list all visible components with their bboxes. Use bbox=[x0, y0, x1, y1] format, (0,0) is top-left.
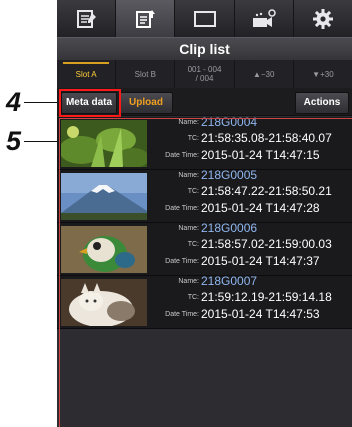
date-time-label: Date Time: bbox=[165, 152, 199, 159]
name-label: Name: bbox=[178, 172, 199, 179]
clip-thumbnail bbox=[61, 226, 147, 273]
callout-5: 5 bbox=[6, 126, 22, 156]
clip-name: 218G0006 bbox=[201, 221, 258, 235]
clip-date-time: 2015-01-24 T14:47:37 bbox=[201, 254, 320, 268]
slot-selector: Slot A Slot B 001 - 004 / 004 ▲−30 ▼+30 bbox=[57, 60, 352, 88]
figure: 4 5 Clip list Slot A Slot B 001 - 004 / … bbox=[0, 0, 352, 427]
clip-thumbnail bbox=[61, 120, 147, 167]
tc-label: TC: bbox=[187, 135, 199, 142]
clip-row[interactable]: Name: 218G0004 TC: 21:58:35.08-21:58:40.… bbox=[57, 115, 352, 170]
tool-settings[interactable] bbox=[294, 0, 352, 37]
clip-meta: Name: 218G0007 TC: 21:59:12.19-21:59:14.… bbox=[149, 274, 349, 329]
clip-row[interactable]: Name: 218G0007 TC: 21:59:12.19-21:59:14.… bbox=[57, 274, 352, 329]
callout-4: 4 bbox=[6, 87, 22, 117]
clip-tc: 21:59:12.19-21:59:14.18 bbox=[201, 290, 332, 304]
name-label: Name: bbox=[178, 278, 199, 285]
actions-button[interactable]: Actions bbox=[295, 92, 349, 114]
gear-icon bbox=[312, 8, 334, 30]
callout-4-line bbox=[24, 102, 59, 103]
clip-meta: Name: 218G0006 TC: 21:58:57.02-21:59:00.… bbox=[149, 221, 349, 276]
tool-display[interactable] bbox=[175, 0, 235, 37]
clip-name: 218G0005 bbox=[201, 168, 258, 182]
tool-camera-settings[interactable] bbox=[235, 0, 294, 37]
date-time-label: Date Time: bbox=[165, 311, 199, 318]
clip-thumbnail bbox=[61, 279, 147, 326]
clip-tc: 21:58:47.22-21:58:50.21 bbox=[201, 184, 332, 198]
device-screen: Clip list Slot A Slot B 001 - 004 / 004 … bbox=[57, 0, 352, 427]
date-time-label: Date Time: bbox=[165, 205, 199, 212]
empty-list-area bbox=[57, 331, 352, 427]
clip-meta: Name: 218G0004 TC: 21:58:35.08-21:58:40.… bbox=[149, 115, 349, 170]
display-icon bbox=[193, 10, 217, 28]
page-next-button[interactable]: ▼+30 bbox=[294, 60, 352, 88]
tc-label: TC: bbox=[187, 188, 199, 195]
clip-range-indicator: 001 - 004 / 004 bbox=[175, 60, 235, 88]
slot-b-button[interactable]: Slot B bbox=[116, 60, 176, 88]
clip-meta: Name: 218G0005 TC: 21:58:47.22-21:58:50.… bbox=[149, 168, 349, 223]
clip-row[interactable]: Name: 218G0005 TC: 21:58:47.22-21:58:50.… bbox=[57, 168, 352, 223]
clip-date-time: 2015-01-24 T14:47:28 bbox=[201, 201, 320, 215]
clip-thumbnail bbox=[61, 173, 147, 220]
upload-button[interactable]: Upload bbox=[119, 92, 173, 114]
clip-tc: 21:58:57.02-21:59:00.03 bbox=[201, 237, 332, 251]
clip-row[interactable]: Name: 218G0006 TC: 21:58:57.02-21:59:00.… bbox=[57, 221, 352, 276]
page-title: Clip list bbox=[57, 37, 352, 60]
tc-label: TC: bbox=[187, 241, 199, 248]
clip-name: 218G0004 bbox=[201, 115, 258, 129]
camera-settings-icon bbox=[251, 8, 277, 29]
clip-tc: 21:58:35.08-21:58:40.07 bbox=[201, 131, 332, 145]
date-time-label: Date Time: bbox=[165, 258, 199, 265]
clip-list-icon bbox=[75, 9, 97, 29]
name-label: Name: bbox=[178, 225, 199, 232]
tc-label: TC: bbox=[187, 294, 199, 301]
slot-a-button[interactable]: Slot A bbox=[57, 60, 117, 88]
callout-5-line bbox=[24, 141, 58, 142]
clip-date-time: 2015-01-24 T14:47:53 bbox=[201, 307, 320, 321]
clip-export-icon bbox=[134, 9, 156, 29]
name-label: Name: bbox=[178, 119, 199, 126]
top-toolbar bbox=[57, 0, 352, 37]
page-prev-button[interactable]: ▲−30 bbox=[235, 60, 294, 88]
clip-name: 218G0007 bbox=[201, 274, 258, 288]
meta-data-highlight bbox=[59, 89, 121, 117]
tool-clip-list[interactable] bbox=[57, 0, 117, 37]
clip-date-time: 2015-01-24 T14:47:15 bbox=[201, 148, 320, 162]
tool-clip-export[interactable] bbox=[116, 0, 176, 37]
